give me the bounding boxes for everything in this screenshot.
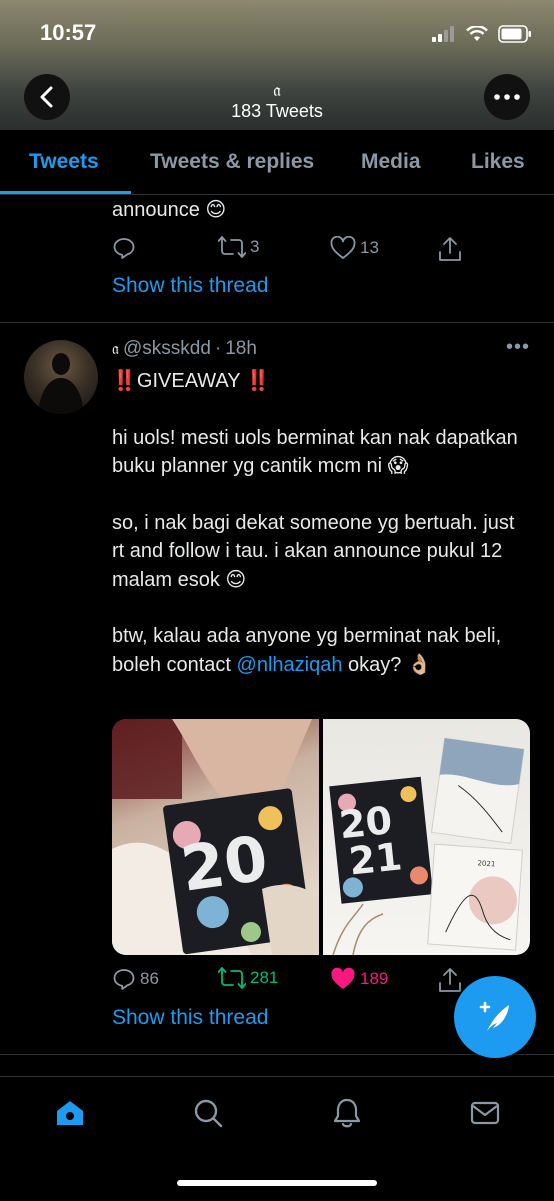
paragraph-3-text-end: okay? 👌🏼 xyxy=(342,653,432,676)
like-button[interactable]: 13 xyxy=(330,236,379,260)
nav-search[interactable] xyxy=(192,1097,224,1134)
compose-tweet-button[interactable] xyxy=(454,976,536,1058)
svg-text:20: 20 xyxy=(177,821,273,905)
reply-icon xyxy=(113,969,135,990)
tweet-paragraph-3: btw, kalau ada anyone yg berminat nak be… xyxy=(112,622,532,679)
tweet-count: 183 Tweets xyxy=(231,101,323,121)
share-button[interactable] xyxy=(438,967,462,993)
status-time: 10:57 xyxy=(40,20,97,45)
like-button[interactable]: 189 xyxy=(330,967,388,991)
active-tab-indicator xyxy=(0,191,131,194)
retweet-button[interactable]: 281 xyxy=(218,967,278,989)
status-icons xyxy=(432,24,532,44)
share-icon xyxy=(439,968,461,992)
reply-icon xyxy=(113,238,135,259)
photo-planner-held[interactable]: 20 xyxy=(112,719,319,955)
planner-held-illustration: 20 xyxy=(112,719,319,955)
home-icon xyxy=(57,1101,83,1125)
tab-tweets-replies[interactable]: Tweets & replies xyxy=(150,130,314,194)
heart-icon xyxy=(330,236,356,259)
reply-button[interactable]: 86 xyxy=(112,967,159,991)
more-dots-icon xyxy=(494,94,520,100)
like-count: 189 xyxy=(360,969,389,988)
svg-text:21: 21 xyxy=(347,834,404,883)
share-button[interactable] xyxy=(438,236,462,262)
retweet-count: 281 xyxy=(250,968,279,987)
like-count: 13 xyxy=(360,238,379,257)
share-icon xyxy=(439,237,461,261)
bell-icon xyxy=(333,1098,361,1128)
retweet-count: 3 xyxy=(250,237,260,256)
avatar-silhouette xyxy=(38,353,84,414)
compose-feather-icon xyxy=(479,1001,509,1031)
tweet-actions: 86 281 189 xyxy=(112,967,462,993)
signal-icon xyxy=(432,26,454,42)
profile-name: 𝔞 xyxy=(273,80,281,101)
tweet-divider xyxy=(0,322,554,323)
tab-likes[interactable]: Likes xyxy=(471,130,525,194)
nav-messages[interactable] xyxy=(469,1097,501,1134)
giveaway-heading: ‼️GIVEAWAY ‼️ xyxy=(112,370,271,392)
wifi-icon xyxy=(466,26,488,41)
tweet-author: 𝔞 @sksskdd · 18h xyxy=(112,338,257,360)
planners-flatlay-illustration: 20 21 2021 xyxy=(329,737,525,955)
prev-tweet-text: announce 😊 xyxy=(112,199,227,221)
nav-home[interactable] xyxy=(54,1097,86,1134)
tweet-divider xyxy=(0,1054,554,1055)
tweet-paragraph-2: so, i nak bagi dekat someone yg bertuah.… xyxy=(112,511,515,591)
heart-filled-icon xyxy=(331,967,355,989)
avatar[interactable] xyxy=(24,340,98,414)
home-indicator xyxy=(177,1180,377,1186)
retweet-icon xyxy=(218,236,246,258)
tweet-time: 18h xyxy=(225,338,257,359)
prev-show-thread-link[interactable]: Show this thread xyxy=(112,274,268,298)
mention-link[interactable]: @nlhaziqah xyxy=(237,654,343,676)
retweet-button[interactable]: 3 xyxy=(218,236,259,258)
reply-button[interactable] xyxy=(112,236,136,260)
planner-year-label: 2021 xyxy=(477,859,495,868)
more-options-button[interactable] xyxy=(484,74,530,120)
mail-icon xyxy=(470,1101,500,1125)
tweet-paragraph-1: hi uols! mesti uols berminat kan nak dap… xyxy=(112,426,518,478)
reply-count: 86 xyxy=(140,969,159,988)
author-handle[interactable]: @sksskdd xyxy=(123,338,211,360)
tweet-more-button[interactable]: ••• xyxy=(506,336,530,359)
tab-tweets[interactable]: Tweets xyxy=(29,130,99,194)
battery-icon xyxy=(498,25,531,43)
show-thread-link[interactable]: Show this thread xyxy=(112,1006,268,1030)
time-separator: · xyxy=(214,338,222,359)
nav-notifications[interactable] xyxy=(331,1097,363,1134)
profile-header: 10:57 𝔞 183 Tweets xyxy=(0,0,554,130)
retweet-icon xyxy=(218,967,246,989)
tweet-media[interactable]: 20 20 21 2021 xyxy=(112,719,530,955)
tweet-text: ‼️GIVEAWAY ‼️ hi uols! mesti uols bermin… xyxy=(112,367,532,707)
photo-planners-flatlay[interactable]: 20 21 2021 xyxy=(323,719,530,955)
search-icon xyxy=(194,1099,223,1128)
tab-media[interactable]: Media xyxy=(361,130,421,194)
prev-tweet-actions: 3 13 xyxy=(112,236,462,262)
author-name[interactable]: 𝔞 xyxy=(112,339,119,359)
profile-tabs: Tweets Tweets & replies Media Likes xyxy=(0,130,554,195)
